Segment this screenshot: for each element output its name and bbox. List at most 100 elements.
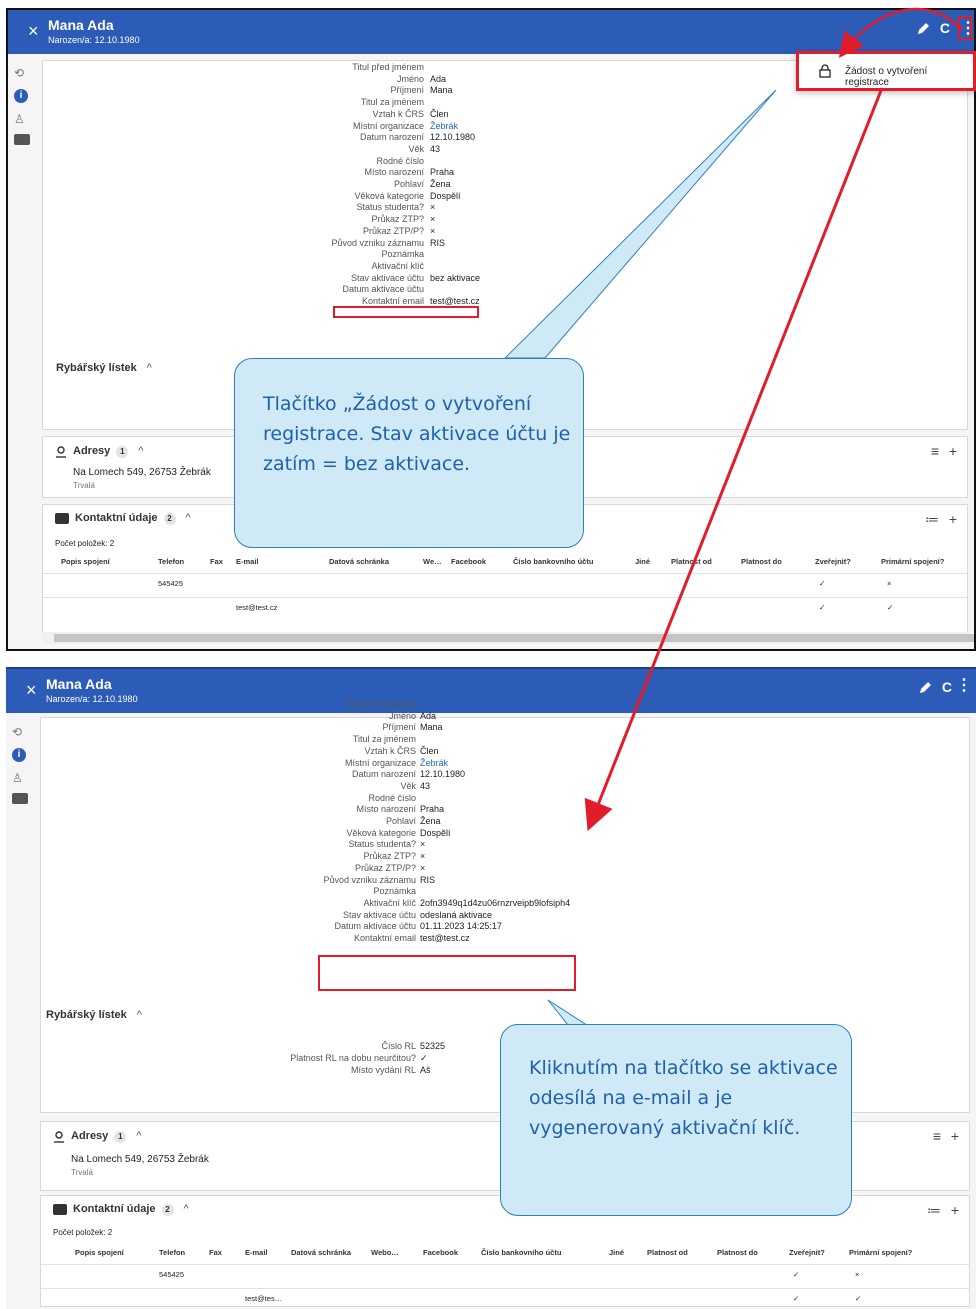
column-header[interactable]: Číslo bankovního účtu — [481, 1248, 561, 1257]
addresses-title[interactable]: Adresy 1 ^ — [73, 445, 143, 458]
column-header[interactable]: We… — [423, 557, 442, 566]
column-header[interactable]: Webo… — [371, 1248, 399, 1257]
field-label: Kontaktní email — [353, 933, 416, 943]
field-label: Titul před jménem — [352, 62, 424, 72]
column-header[interactable]: Popis spojení — [75, 1248, 124, 1257]
column-header[interactable]: Jiné — [609, 1248, 624, 1257]
table-cell: ✓ — [887, 603, 894, 612]
field-value[interactable]: Žebrák — [430, 121, 458, 131]
contacts-title[interactable]: Kontaktní údaje 2 ^ — [75, 512, 191, 525]
fishing-license-title[interactable]: Rybářský lístek ^ — [56, 362, 152, 374]
field-label: Aktivační klíč — [371, 260, 424, 271]
field-label: Rodné číslo — [368, 792, 416, 803]
fishing-license-label: Číslo RL — [381, 1041, 416, 1051]
activation-state-highlight — [333, 306, 479, 318]
info-icon[interactable]: i — [14, 89, 28, 103]
field-label: Věk — [400, 780, 416, 791]
row-divider — [43, 573, 967, 574]
column-header[interactable]: E-mail — [245, 1248, 268, 1257]
list-icon[interactable]: ≡ — [933, 1128, 941, 1144]
context-menu: Žádost o vytvoření registrace — [796, 51, 976, 91]
callout-1: Tlačítko „Žádost o vytvoření registrace.… — [234, 358, 584, 548]
table-cell: 545425 — [158, 579, 184, 588]
row-divider — [41, 1288, 969, 1289]
request-registration-menu-item[interactable]: Žádost o vytvoření registrace — [845, 66, 973, 88]
field-value: 12.10.1980 — [420, 769, 466, 780]
column-header[interactable]: Platnost do — [717, 1248, 758, 1257]
info-icon[interactable]: i — [12, 748, 26, 762]
field-value: × — [420, 851, 426, 862]
column-header[interactable]: Facebook — [423, 1248, 458, 1257]
add-contact-button[interactable]: + — [951, 1202, 959, 1218]
column-header[interactable]: Primární spojení? — [881, 557, 944, 566]
contact-card-icon[interactable] — [12, 793, 28, 804]
close-icon[interactable]: × — [28, 22, 39, 40]
field-label: Průkaz ZTP? — [363, 851, 416, 862]
field-label: Místo narození — [356, 804, 416, 815]
column-header[interactable]: Telefon — [158, 557, 184, 566]
history-icon[interactable]: ⟲ — [12, 725, 26, 739]
field-label: Stav aktivace účtu — [350, 272, 424, 283]
horizontal-scrollbar[interactable] — [42, 632, 974, 644]
refresh-icon[interactable]: C — [942, 679, 952, 695]
field-label: Příjmení — [382, 722, 416, 733]
table-cell: ✓ — [819, 579, 826, 588]
column-header[interactable]: Číslo bankovního účtu — [513, 557, 593, 566]
field-label: Původ vzniku záznamu — [323, 874, 416, 885]
column-header[interactable]: Jiné — [635, 557, 650, 566]
table-cell: ✓ — [819, 603, 826, 612]
field-value: Žena — [420, 816, 441, 826]
add-address-button[interactable]: + — [951, 1128, 959, 1144]
edit-pencil-icon[interactable] — [916, 20, 932, 36]
column-header[interactable]: Datová schránka — [329, 557, 389, 566]
field-value: test@test.cz — [420, 933, 470, 943]
activation-fields-highlight — [318, 955, 576, 991]
addresses-title[interactable]: Adresy 1 ^ — [71, 1130, 141, 1143]
contacts-title[interactable]: Kontaktní údaje 2 ^ — [73, 1203, 189, 1216]
column-header[interactable]: Datová schránka — [291, 1248, 351, 1257]
more-menu-icon[interactable]: ⋮ — [958, 16, 974, 40]
column-header[interactable]: Platnost do — [741, 557, 782, 566]
table-cell: 545425 — [159, 1270, 185, 1279]
add-contact-button[interactable]: + — [949, 511, 957, 527]
column-header[interactable]: Facebook — [451, 557, 486, 566]
list-icon[interactable]: ≡ — [931, 443, 939, 459]
field-label: Pohlaví — [385, 816, 416, 826]
location-user-icon — [54, 1131, 64, 1143]
user-icon[interactable]: ♙ — [12, 771, 26, 785]
item-count: Počet položek: 2 — [55, 539, 115, 548]
fishing-license-title[interactable]: Rybářský lístek ^ — [46, 1009, 142, 1021]
row-divider — [43, 597, 967, 598]
column-header[interactable]: Primární spojení? — [849, 1248, 912, 1257]
contact-card-icon[interactable] — [14, 134, 30, 145]
field-value[interactable]: Žebrák — [420, 758, 448, 768]
column-header[interactable]: Telefon — [159, 1248, 185, 1257]
column-header[interactable]: Platnost od — [671, 557, 712, 566]
list-icon[interactable]: ≔ — [927, 1202, 941, 1219]
edit-pencil-icon[interactable] — [918, 679, 934, 695]
column-header[interactable]: Zveřejnit? — [789, 1248, 825, 1257]
history-icon[interactable]: ⟲ — [14, 66, 28, 80]
field-value: Praha — [420, 804, 445, 815]
fishing-license-label: Místo vydání RL — [350, 1065, 416, 1075]
refresh-icon[interactable]: C — [940, 20, 950, 36]
field-value: × — [430, 202, 436, 213]
more-menu-icon[interactable]: ⋮ — [956, 675, 972, 699]
field-label: Původ vzniku záznamu — [331, 237, 424, 248]
field-value: 43 — [420, 780, 431, 791]
add-address-button[interactable]: + — [949, 443, 957, 459]
fishing-license-value: 52325 — [420, 1041, 446, 1051]
column-header[interactable]: Fax — [209, 1248, 222, 1257]
field-label: Status studenta? — [356, 202, 424, 213]
column-header[interactable]: E-mail — [236, 557, 259, 566]
sidebar: ⟲ i ♙ — [8, 54, 38, 649]
column-header[interactable]: Fax — [210, 557, 223, 566]
member-dob: Narozen/a: 12.10.1980 — [48, 35, 140, 45]
column-header[interactable]: Platnost od — [647, 1248, 688, 1257]
column-header[interactable]: Zveřejnit? — [815, 557, 851, 566]
close-icon[interactable]: × — [26, 681, 37, 699]
column-header[interactable]: Popis spojení — [61, 557, 110, 566]
list-icon[interactable]: ≔ — [925, 511, 939, 528]
field-value: Ada — [420, 710, 437, 721]
user-icon[interactable]: ♙ — [14, 112, 28, 126]
